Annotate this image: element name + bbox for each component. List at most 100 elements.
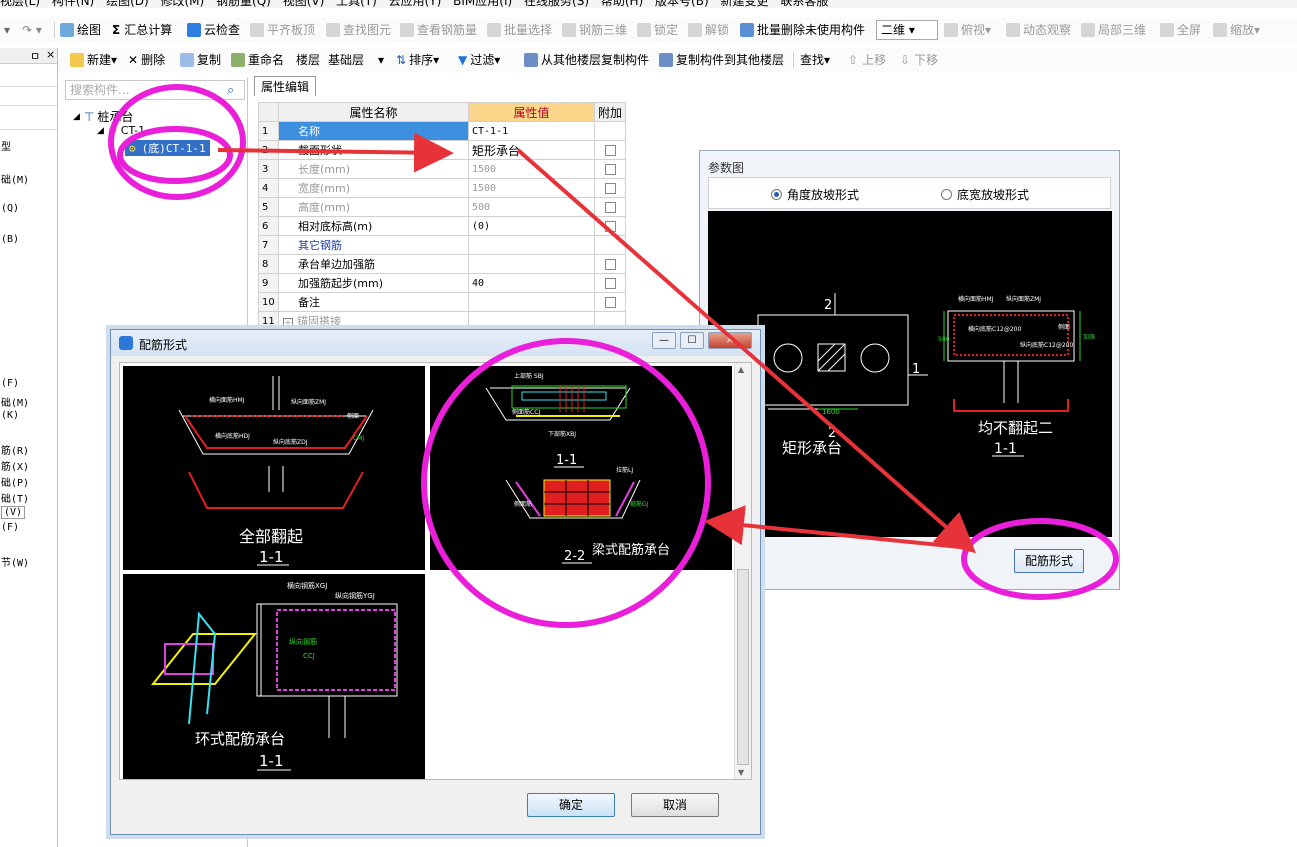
- find-button[interactable]: 查找 ▾: [800, 51, 830, 69]
- menu-item[interactable]: BIM应用(I): [453, 0, 512, 8]
- cloud-check-button[interactable]: 云检查: [187, 21, 240, 39]
- dropdown-arrow-icon[interactable]: ▾: [4, 21, 10, 39]
- move-down-button[interactable]: ⇩ 下移: [900, 51, 938, 69]
- checkbox[interactable]: [604, 297, 616, 308]
- rebar-option-beam[interactable]: 上部筋 SBJ 侧面筋CCJ 下部筋XBJ 拉筋LJ 侧面筋 箍筋GJ 1-1 …: [430, 366, 732, 570]
- menu-item[interactable]: 帮助(H): [601, 0, 643, 8]
- module-item[interactable]: 础(M): [1, 394, 29, 409]
- module-item-selected[interactable]: (V): [1, 506, 26, 519]
- minimize-button[interactable]: —: [652, 332, 676, 349]
- view-rebar-button[interactable]: 查看钢筋量: [400, 21, 477, 39]
- table-row[interactable]: 11 + 锚固搭接: [258, 311, 627, 331]
- delete-button[interactable]: ✕ 删除: [128, 51, 165, 69]
- zoom-button[interactable]: 缩放 ▾: [1213, 21, 1260, 39]
- copy-button[interactable]: 复制: [180, 51, 221, 69]
- search-icon[interactable]: ⌕: [227, 83, 234, 98]
- table-row[interactable]: 9 加强筋起步(mm) 40: [258, 273, 627, 293]
- scroll-up-icon[interactable]: ▲: [738, 365, 744, 374]
- tree-node-selected[interactable]: ⚙ (底)CT-1-1: [125, 140, 210, 156]
- dynamic-view-button[interactable]: 动态观察: [1006, 21, 1071, 39]
- module-item[interactable]: 筋(R): [1, 442, 29, 457]
- table-row[interactable]: 2 截面形状 矩形承台: [258, 140, 627, 160]
- menu-item[interactable]: 新建变更: [720, 0, 768, 8]
- menu-item[interactable]: 云应用(Y): [389, 0, 442, 8]
- search-input[interactable]: 搜索构件...: [65, 80, 245, 100]
- find-element-button[interactable]: 查找图元: [326, 21, 391, 39]
- menu-item[interactable]: 修改(M): [161, 0, 205, 8]
- table-row[interactable]: 8 承台单边加强筋: [258, 254, 627, 274]
- module-item[interactable]: (B): [1, 234, 19, 245]
- tree-node-root[interactable]: ◢ ⊤ 桩承台: [73, 108, 133, 125]
- scroll-down-icon[interactable]: ▼: [738, 768, 744, 777]
- radio-bottom-slope[interactable]: 底宽放坡形式: [941, 186, 1029, 203]
- rebar-option-all-bent[interactable]: 横向面筋HMJ 纵向面筋ZMJ 横向底筋HDJ 纵向底筋ZDJ 侧面 CMJ 全…: [123, 366, 425, 570]
- table-row[interactable]: 1 名称 CT-1-1: [258, 121, 627, 141]
- rename-button[interactable]: 重命名: [231, 51, 284, 69]
- module-item[interactable]: (K): [1, 410, 19, 421]
- module-item[interactable]: (Q): [1, 203, 19, 214]
- fullscreen-button[interactable]: 全屏: [1160, 21, 1201, 39]
- batch-select-button[interactable]: 批量选择: [487, 21, 552, 39]
- draw-button[interactable]: 绘图: [60, 21, 101, 39]
- menu-item[interactable]: 钢筋量(Q): [216, 0, 271, 8]
- module-item[interactable]: 础(P): [1, 474, 29, 489]
- pin-icon[interactable]: ㅁ: [30, 48, 40, 64]
- table-row[interactable]: 6 相对底标高(m) (0): [258, 216, 627, 236]
- copy-to-floor-button[interactable]: 复制构件到其他楼层: [659, 51, 784, 69]
- cancel-button[interactable]: 取消: [631, 793, 719, 817]
- scroll-thumb[interactable]: [737, 569, 749, 765]
- floor-select[interactable]: 基础层 ▾: [328, 51, 384, 69]
- unlock-button[interactable]: 解锁: [688, 21, 729, 39]
- menu-item[interactable]: 工具(T): [336, 0, 377, 8]
- maximize-button[interactable]: ☐: [680, 332, 704, 349]
- checkbox[interactable]: [604, 259, 616, 270]
- checkbox[interactable]: [604, 221, 616, 232]
- close-icon[interactable]: ×: [46, 48, 55, 61]
- ok-button[interactable]: 确定: [527, 793, 615, 817]
- local-3d-button[interactable]: 局部三维: [1081, 21, 1146, 39]
- table-row[interactable]: 10 备注: [258, 292, 627, 312]
- module-item[interactable]: 础(T): [1, 490, 29, 505]
- new-button[interactable]: 新建 ▾: [70, 51, 117, 69]
- menu-item[interactable]: 绘图(D): [106, 0, 149, 8]
- rebar-3d-button[interactable]: 钢筋三维: [562, 21, 627, 39]
- checkbox[interactable]: [604, 164, 616, 175]
- checkbox[interactable]: [604, 202, 616, 213]
- table-row[interactable]: 5 高度(mm) 500: [258, 197, 627, 217]
- module-item[interactable]: 础(M): [1, 171, 29, 186]
- rebar-form-button[interactable]: 配筋形式: [1014, 549, 1084, 573]
- checkbox[interactable]: [604, 145, 616, 156]
- module-item[interactable]: 节(W): [1, 554, 29, 569]
- table-row[interactable]: 4 宽度(mm) 1500: [258, 178, 627, 198]
- calc-button[interactable]: Σ 汇总计算: [112, 21, 172, 39]
- redo-icon[interactable]: ↷ ▾: [22, 21, 42, 39]
- expand-icon[interactable]: +: [283, 318, 293, 328]
- flat-top-button[interactable]: 平齐板顶: [250, 21, 315, 39]
- radio-angle-slope[interactable]: 角度放坡形式: [771, 186, 859, 203]
- table-row[interactable]: 7 其它钢筋: [258, 235, 627, 255]
- copy-from-floor-button[interactable]: 从其他楼层复制构件: [524, 51, 649, 69]
- menu-item[interactable]: 联系客服: [780, 0, 828, 8]
- lock-button[interactable]: 锁定: [637, 21, 678, 39]
- filter-button[interactable]: ▼ 过滤 ▾: [458, 51, 500, 69]
- table-row[interactable]: 3 长度(mm) 1500: [258, 159, 627, 179]
- module-item[interactable]: (F): [1, 522, 19, 533]
- vertical-scrollbar[interactable]: ▲ ▼: [734, 363, 751, 779]
- menu-item[interactable]: 在线服务(S): [524, 0, 589, 8]
- rebar-option-ring[interactable]: 横向钢筋XGJ 纵向钢筋YGJ 纵向钢筋 CCJ 环式配筋承台 1-1: [123, 574, 425, 779]
- menu-item[interactable]: 构件(N): [52, 0, 94, 8]
- menu-item[interactable]: 视层(L): [0, 0, 40, 8]
- menu-item[interactable]: 版本号(B): [655, 0, 709, 8]
- view-mode-select[interactable]: 二维 ▾: [876, 20, 938, 40]
- menu-item[interactable]: 视图(V): [283, 0, 325, 8]
- top-view-button[interactable]: 俯视 ▾: [944, 21, 991, 39]
- module-item[interactable]: (F): [1, 378, 19, 389]
- move-up-button[interactable]: ⇧ 上移: [848, 51, 886, 69]
- module-item[interactable]: 型: [1, 138, 11, 153]
- tree-node-child[interactable]: ◢ ⚙ CT-1: [97, 124, 145, 137]
- sort-button[interactable]: ⇅ 排序 ▾: [396, 51, 439, 69]
- close-button[interactable]: ✕: [708, 332, 752, 349]
- tab-property-edit[interactable]: 属性编辑: [254, 76, 316, 96]
- checkbox[interactable]: [604, 278, 616, 289]
- module-item[interactable]: 筋(X): [1, 458, 29, 473]
